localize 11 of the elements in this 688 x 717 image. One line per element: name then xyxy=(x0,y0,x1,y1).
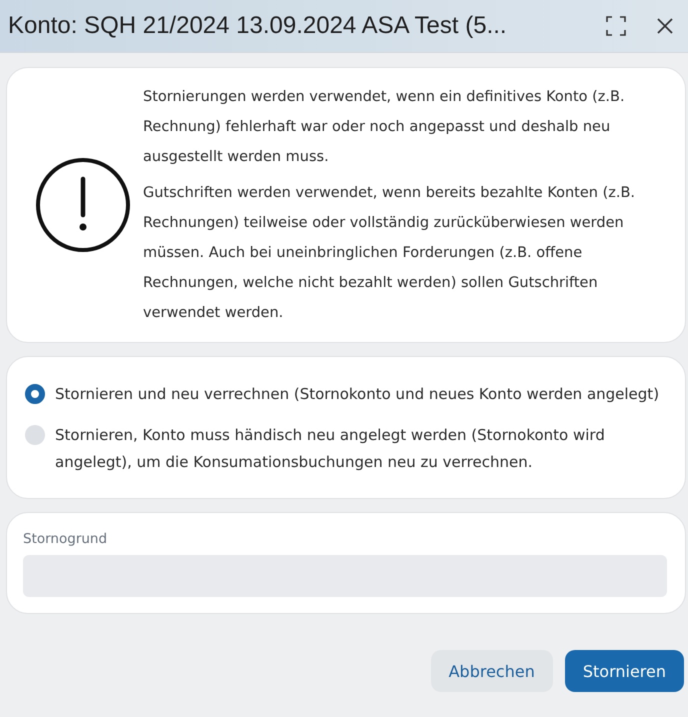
confirm-button[interactable]: Stornieren xyxy=(564,650,684,692)
window-title: Konto: SQH 21/2024 13.09.2024 ASA Test (5... xyxy=(8,12,508,40)
option-label: Stornieren und neu verrechnen (Stornokonto und neues Konto werden angelegt) xyxy=(55,384,660,405)
cancel-button[interactable]: Abbrechen xyxy=(430,650,553,692)
info-paragraph: Gutschriften werden verwendet, wenn bereits bezahlte Konten (z.B. Rechnungen) teilweise oder vollständig zurücküberwiesen werden müssen. Auch bei uneinbringlichen Forderungen (z.B. offene Rechnungen, welche nicht bezahlt werden) sollen Gutschriften verwendet werden. xyxy=(143,184,636,323)
radio-button[interactable] xyxy=(25,384,45,404)
option-label: Stornieren, Konto muss händisch neu angelegt werden (Stornokonto wird angelegt), um die Konsumationsbuchungen neu zu verrechnen. xyxy=(55,425,606,473)
info-paragraph: Stornierungen werden verwendet, wenn ein definitives Konto (z.B. Rechnung) fehlerhaft war oder noch angepasst und deshalb neu ausgestellt werden muss. xyxy=(143,88,626,167)
field-label: Stornogrund xyxy=(23,531,108,547)
radio-button[interactable] xyxy=(25,425,45,445)
warning-icon xyxy=(35,157,131,253)
